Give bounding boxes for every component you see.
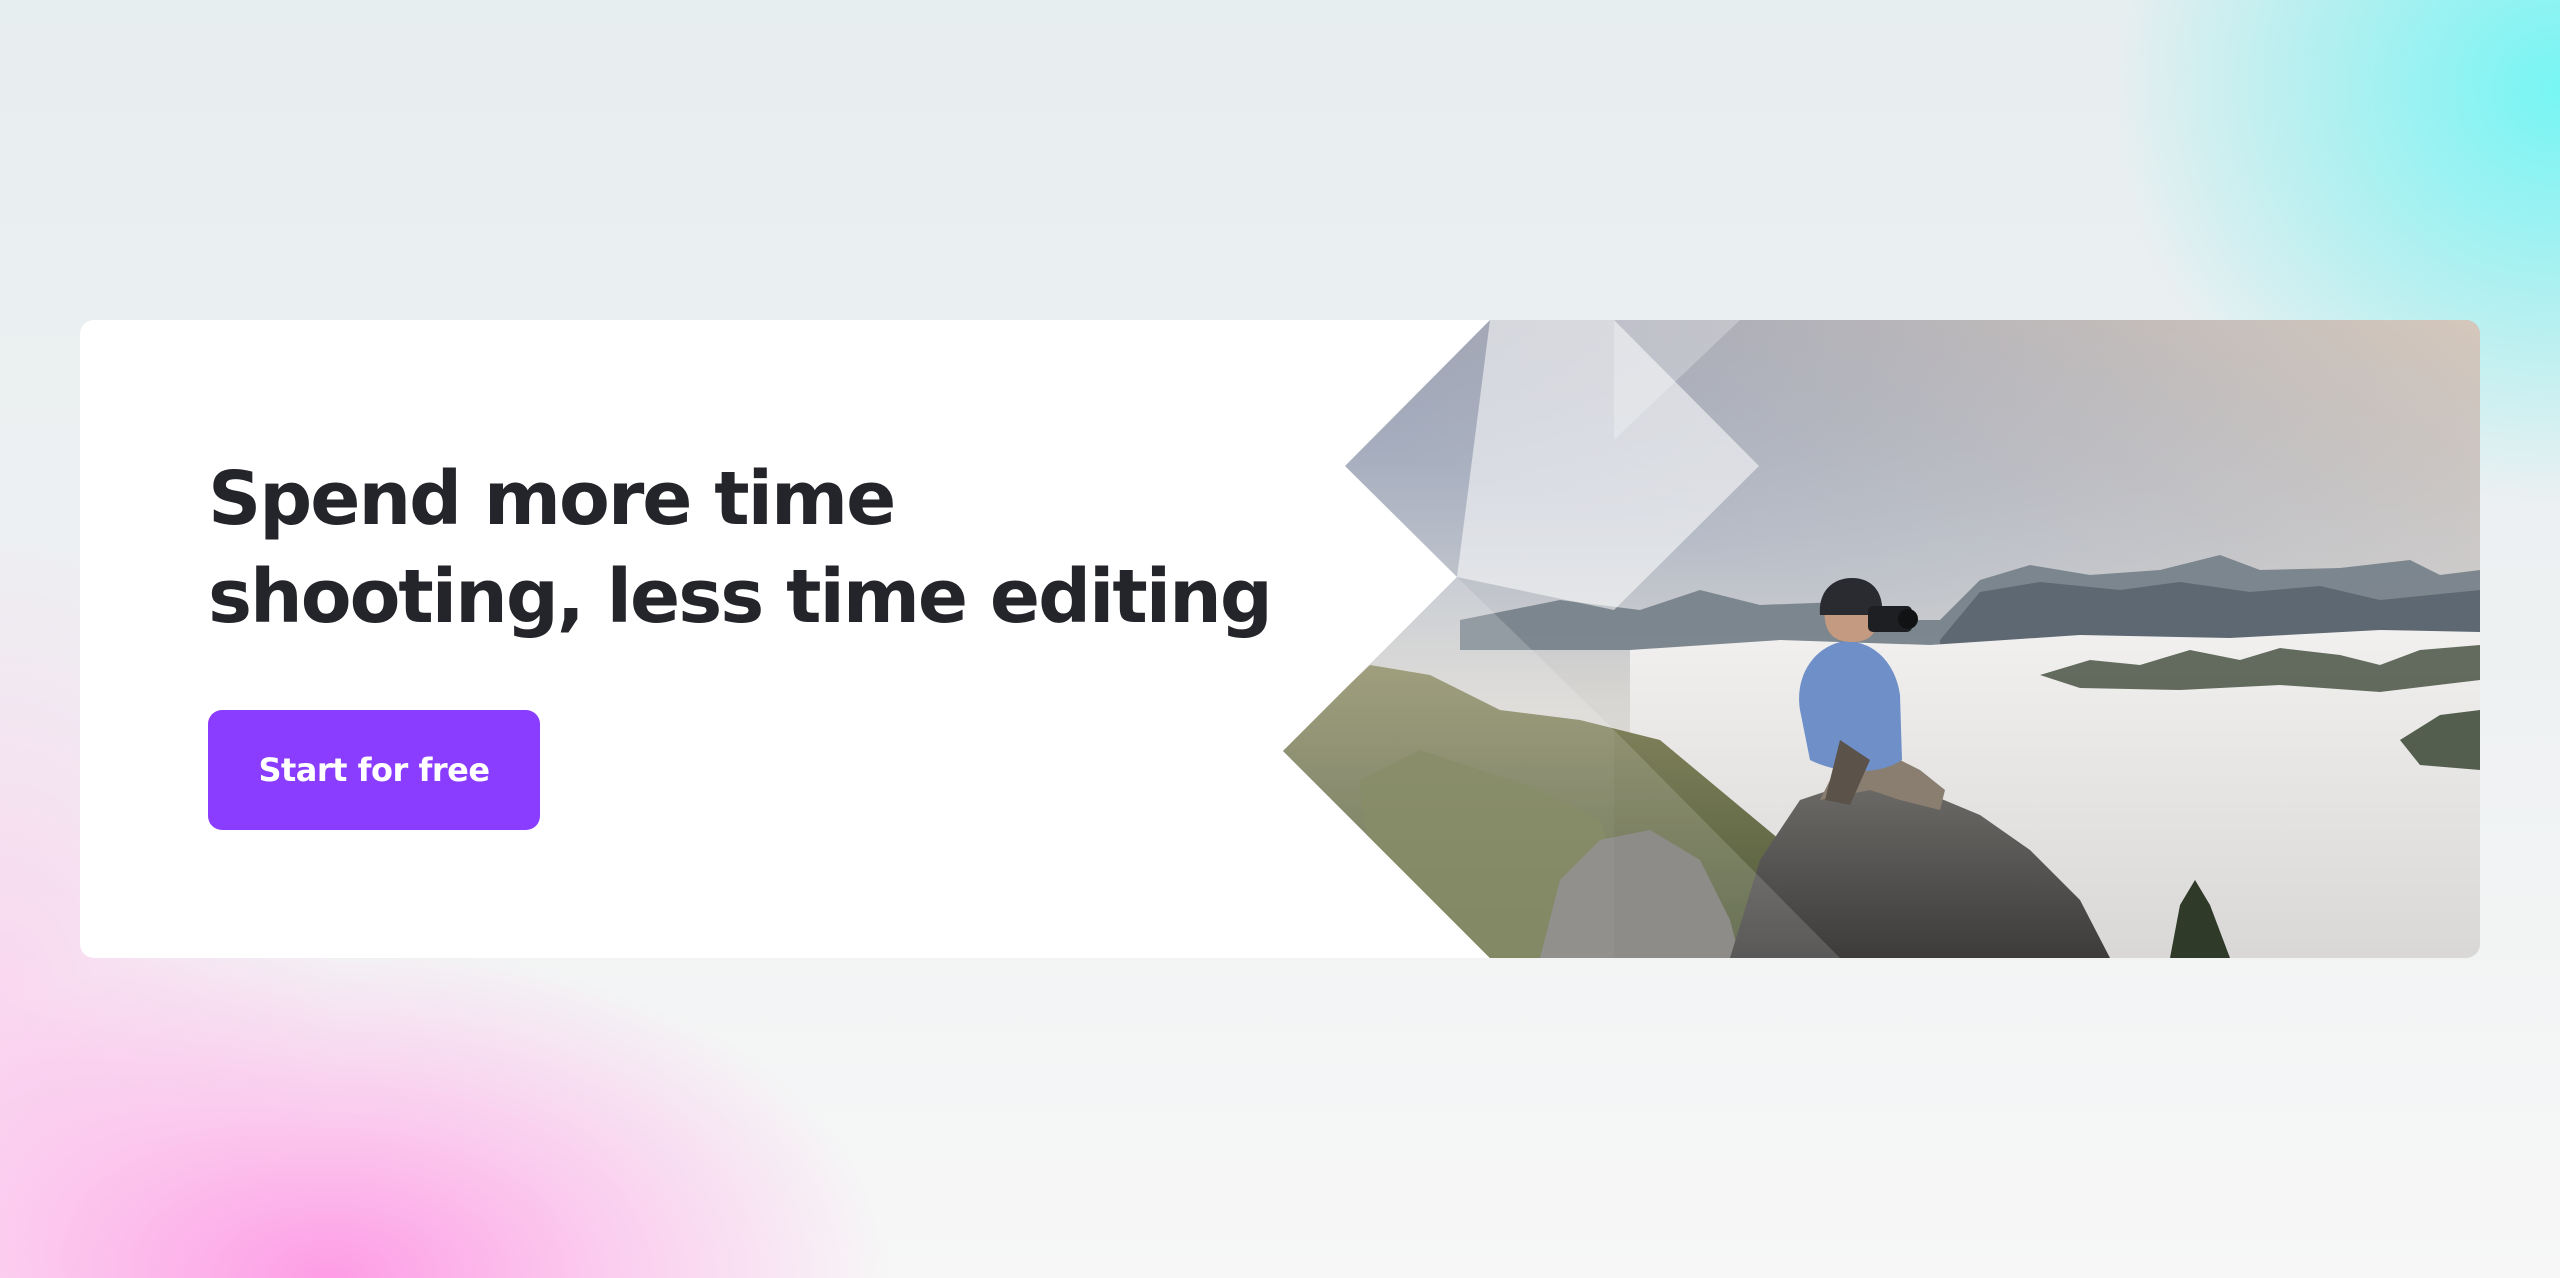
- hero-banner: Spend more time shooting, less time edit…: [80, 320, 2480, 958]
- headline-line-2: shooting, less time editing: [208, 554, 1273, 640]
- headline: Spend more time shooting, less time edit…: [208, 450, 1273, 646]
- headline-line-1: Spend more time: [208, 456, 896, 542]
- start-for-free-button[interactable]: Start for free: [208, 710, 540, 830]
